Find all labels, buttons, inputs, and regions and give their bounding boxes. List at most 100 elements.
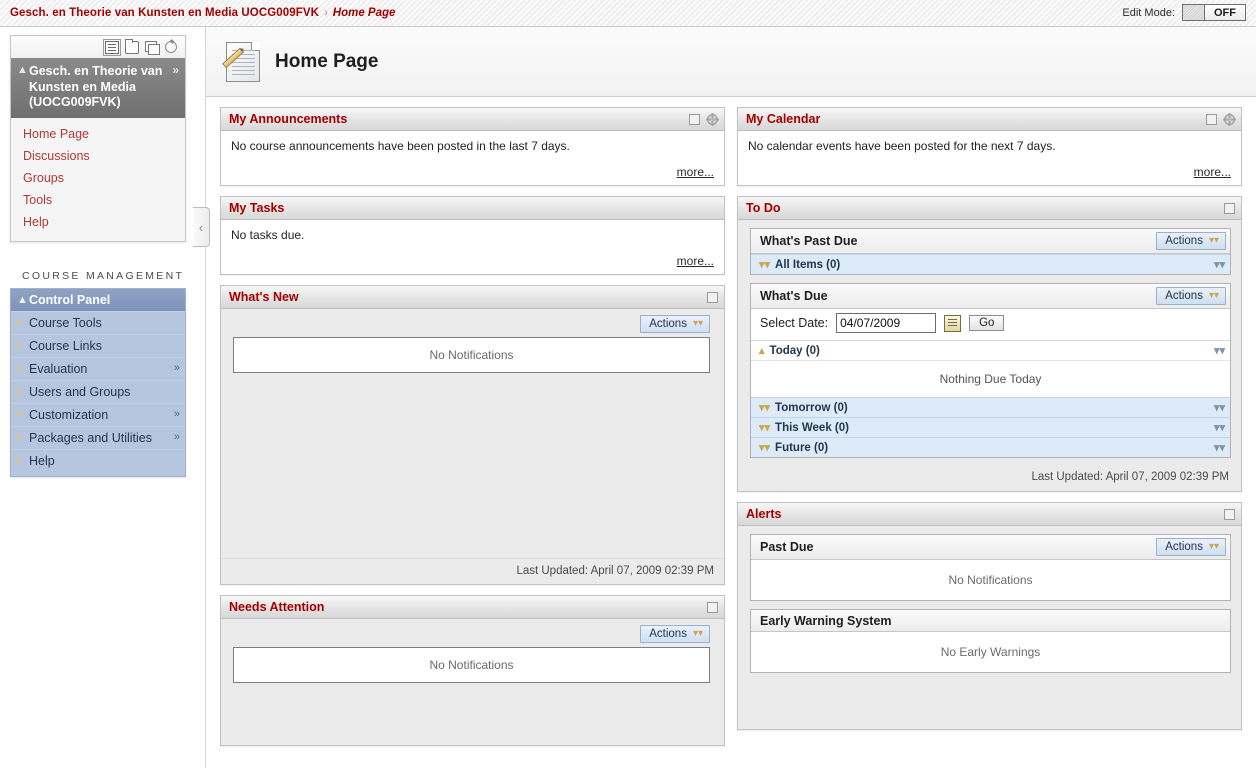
- sidebar-collapse-handle[interactable]: ‹: [193, 207, 210, 247]
- todo-row-label: All Items (0): [775, 258, 841, 271]
- double-chevron-icon[interactable]: »: [174, 362, 180, 374]
- breadcrumb-separator-icon: ›: [324, 7, 328, 19]
- minimize-icon[interactable]: [707, 601, 718, 613]
- edit-mode-toggle[interactable]: OFF: [1182, 4, 1246, 21]
- sidebar-item-discussions[interactable]: Discussions: [11, 145, 185, 167]
- breadcrumb: Gesch. en Theorie van Kunsten en Media U…: [10, 7, 395, 19]
- more-link[interactable]: more...: [1194, 165, 1231, 179]
- actions-button[interactable]: Actions ▾▾: [640, 625, 710, 643]
- control-panel-item-course-links[interactable]: ▾ Course Links: [11, 333, 185, 357]
- expand-double-chevron-icon[interactable]: »: [172, 64, 179, 76]
- chevron-down-icon[interactable]: ▾▾: [1214, 441, 1225, 454]
- control-panel-item-label: Packages and Utilities: [29, 430, 152, 445]
- control-panel-item-users-and-groups[interactable]: ▾ Users and Groups: [11, 379, 185, 403]
- module-header: My Tasks: [221, 197, 724, 220]
- actions-label: Actions: [649, 628, 687, 640]
- edit-mode-label: Edit Mode:: [1122, 6, 1175, 19]
- chevron-down-icon: ▾▾: [1208, 290, 1219, 301]
- panel-header: What's Past Due Actions ▾▾: [751, 229, 1230, 254]
- breadcrumb-course[interactable]: Gesch. en Theorie van Kunsten en Media U…: [10, 7, 319, 19]
- module-alerts: Alerts Past Due Actions ▾▾ No Notificati…: [737, 502, 1242, 730]
- sidebar-item-home-page[interactable]: Home Page: [11, 123, 185, 145]
- control-panel-item-packages-and-utilities[interactable]: ▾ Packages and Utilities »: [11, 425, 185, 449]
- more-link[interactable]: more...: [677, 165, 714, 179]
- panel-title: What's Due: [760, 289, 828, 303]
- control-panel-item-label: Evaluation: [29, 361, 88, 376]
- control-panel-item-course-tools[interactable]: ▾ Course Tools: [11, 310, 185, 334]
- edit-mode-control[interactable]: Edit Mode: OFF: [1122, 4, 1246, 21]
- module-my-announcements: My Announcements No course announcements…: [220, 107, 725, 186]
- todo-row-tomorrow[interactable]: ▾▾ Tomorrow (0) ▾▾: [751, 397, 1230, 417]
- tasks-empty-text: No tasks due.: [231, 228, 305, 242]
- select-date-label: Select Date:: [760, 316, 829, 330]
- module-body: Actions ▾▾ No Notifications Last Updated…: [221, 309, 724, 584]
- expand-chevron-icon: ▾: [16, 431, 22, 444]
- module-body: No calendar events have been posted for …: [738, 131, 1241, 185]
- chevron-down-icon: ▾▾: [692, 318, 703, 329]
- calendar-picker-icon[interactable]: [944, 314, 962, 332]
- gear-icon[interactable]: [706, 112, 719, 126]
- control-panel-item-evaluation[interactable]: ▾ Evaluation »: [11, 356, 185, 380]
- panel-early-warning-system: Early Warning System No Early Warnings: [750, 609, 1231, 673]
- course-menu-box: ▲ Gesch. en Theorie van Kunsten en Media…: [10, 35, 186, 242]
- module-header: What's New: [221, 286, 724, 309]
- folder-view-icon[interactable]: [125, 38, 139, 54]
- panel-title: Past Due: [760, 540, 814, 554]
- expand-chevron-icon: ▾: [16, 316, 22, 329]
- actions-label: Actions: [649, 318, 687, 330]
- actions-row: Actions ▾▾: [221, 619, 724, 647]
- chevron-down-icon: ▾▾: [1208, 235, 1219, 246]
- module-filler: [750, 681, 1231, 721]
- actions-label: Actions: [1165, 541, 1203, 553]
- chevron-down-icon[interactable]: ▾▾: [1214, 344, 1225, 357]
- control-panel-item-customization[interactable]: ▾ Customization »: [11, 402, 185, 426]
- double-chevron-icon[interactable]: »: [174, 431, 180, 443]
- todo-row-today[interactable]: ▴ Today (0) ▾▾: [751, 340, 1230, 360]
- module-needs-attention: Needs Attention Actions ▾▾ No Notificati…: [220, 595, 725, 746]
- todo-row-this-week[interactable]: ▾▾ This Week (0) ▾▾: [751, 417, 1230, 437]
- select-date-input[interactable]: [836, 313, 937, 333]
- double-chevron-icon[interactable]: »: [174, 408, 180, 420]
- window-view-icon[interactable]: [145, 40, 160, 55]
- more-link[interactable]: more...: [677, 254, 714, 268]
- minimize-icon[interactable]: [1224, 508, 1235, 520]
- module-title: Needs Attention: [229, 600, 325, 614]
- todo-row-future[interactable]: ▾▾ Future (0) ▾▾: [751, 437, 1230, 457]
- edit-mode-switch-icon[interactable]: [1183, 5, 1205, 20]
- module-my-tasks: My Tasks No tasks due. more...: [220, 196, 725, 275]
- actions-button[interactable]: Actions ▾▾: [1156, 232, 1226, 250]
- actions-button[interactable]: Actions ▾▾: [640, 315, 710, 333]
- gear-icon[interactable]: [1223, 112, 1236, 126]
- expand-chevron-icon: ▾: [16, 362, 22, 375]
- control-panel-header[interactable]: ▲ Control Panel: [11, 288, 185, 311]
- edit-mode-state: OFF: [1205, 5, 1245, 20]
- sidebar-item-help[interactable]: Help: [11, 211, 185, 233]
- module-header: To Do: [738, 197, 1241, 220]
- chevron-down-icon[interactable]: ▾▾: [1214, 401, 1225, 414]
- minimize-icon[interactable]: [707, 291, 718, 303]
- panel-past-due: Past Due Actions ▾▾ No Notifications: [750, 534, 1231, 601]
- actions-label: Actions: [1165, 235, 1203, 247]
- go-button[interactable]: Go: [969, 315, 1005, 331]
- minimize-icon[interactable]: [1206, 113, 1217, 125]
- module-title: What's New: [229, 290, 299, 304]
- module-header: Alerts: [738, 503, 1241, 526]
- module-title: My Tasks: [229, 201, 285, 215]
- panel-whats-due: What's Due Actions ▾▾ Select Date: 04/07…: [750, 283, 1231, 458]
- control-panel-item-help[interactable]: ▾ Help: [11, 448, 185, 472]
- list-view-icon[interactable]: [103, 38, 121, 56]
- breadcrumb-current-page: Home Page: [332, 7, 396, 19]
- minimize-icon[interactable]: [1224, 202, 1235, 214]
- chevron-down-icon[interactable]: ▾▾: [1214, 421, 1225, 434]
- course-title-header[interactable]: ▲ Gesch. en Theorie van Kunsten en Media…: [11, 58, 185, 118]
- expand-chevron-icon: ▾: [16, 385, 22, 398]
- actions-button[interactable]: Actions ▾▾: [1156, 287, 1226, 305]
- todo-row-all-items[interactable]: ▾▾ All Items (0) ▾▾: [751, 254, 1230, 274]
- chevron-down-icon[interactable]: ▾▾: [1214, 258, 1225, 271]
- minimize-icon[interactable]: [689, 113, 700, 125]
- sidebar-item-tools[interactable]: Tools: [11, 189, 185, 211]
- actions-button[interactable]: Actions ▾▾: [1156, 538, 1226, 556]
- refresh-icon[interactable]: [165, 41, 177, 53]
- sidebar-item-groups[interactable]: Groups: [11, 167, 185, 189]
- module-whats-new: What's New Actions ▾▾ No Notifications L: [220, 285, 725, 585]
